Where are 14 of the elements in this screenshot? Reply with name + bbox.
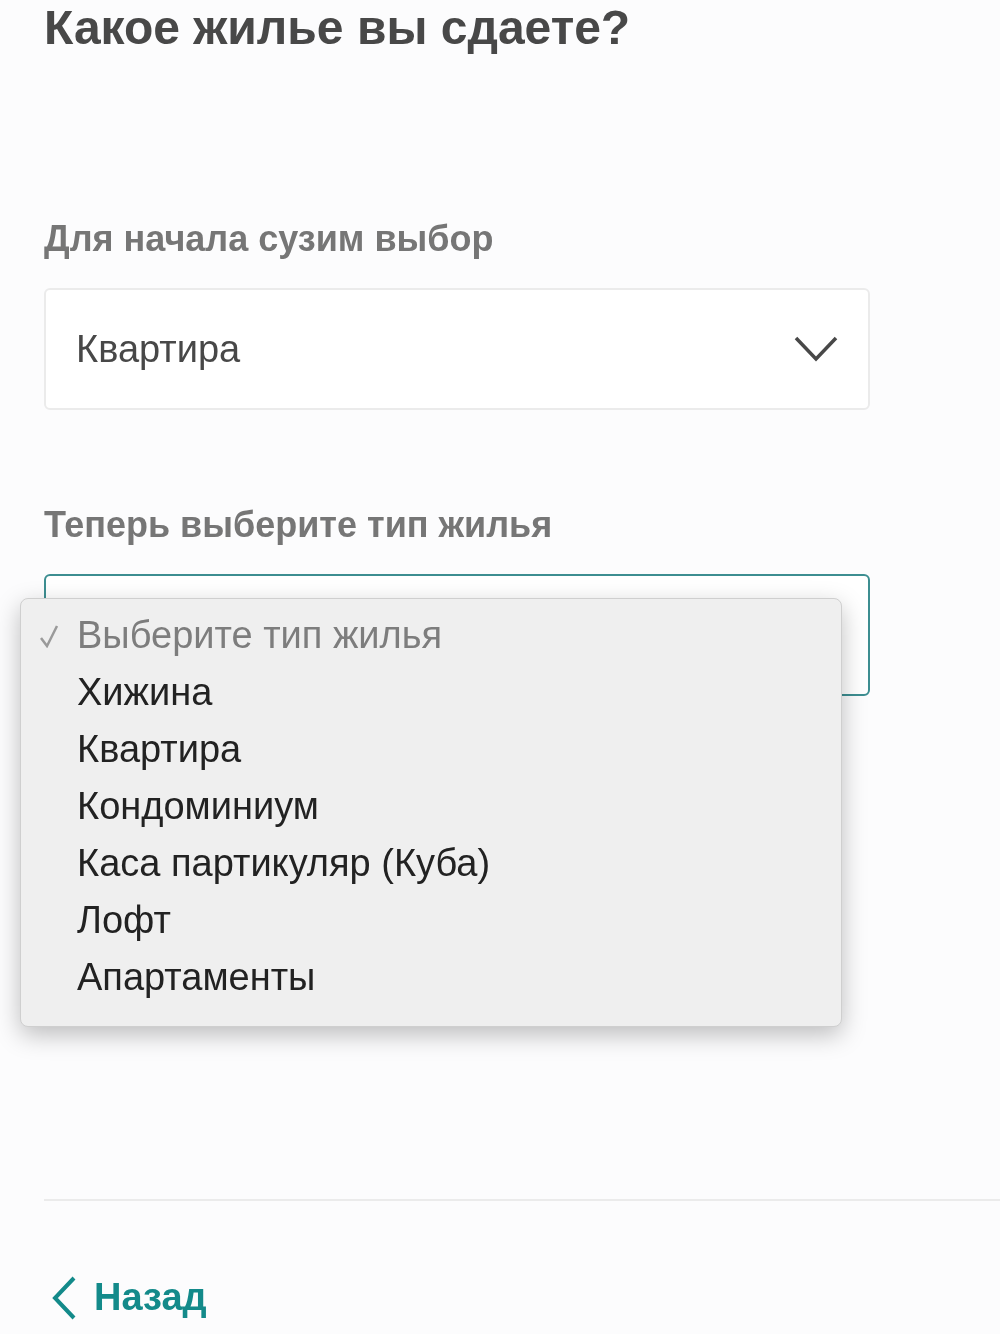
dropdown-option[interactable]: Хижина <box>21 664 841 721</box>
dropdown-option[interactable]: Квартира <box>21 721 841 778</box>
chevron-left-icon <box>52 1275 76 1320</box>
select-field[interactable]: Квартира <box>44 288 870 410</box>
chevron-down-icon <box>794 336 838 362</box>
dropdown-option[interactable]: Каса партикуляр (Куба) <box>21 835 841 892</box>
checkmark-icon <box>39 623 59 648</box>
dropdown-option[interactable]: Кондоминиум <box>21 778 841 835</box>
back-link[interactable]: Назад <box>52 1269 870 1334</box>
field-label: Теперь выберите тип жилья <box>44 503 554 547</box>
field-label: Для начала сузим выбор <box>44 217 495 261</box>
page-heading: Какое жилье вы сдаете? <box>44 0 632 52</box>
dropdown-option[interactable]: Апартаменты <box>21 949 841 1006</box>
dropdown-option[interactable]: Лофт <box>21 892 841 949</box>
